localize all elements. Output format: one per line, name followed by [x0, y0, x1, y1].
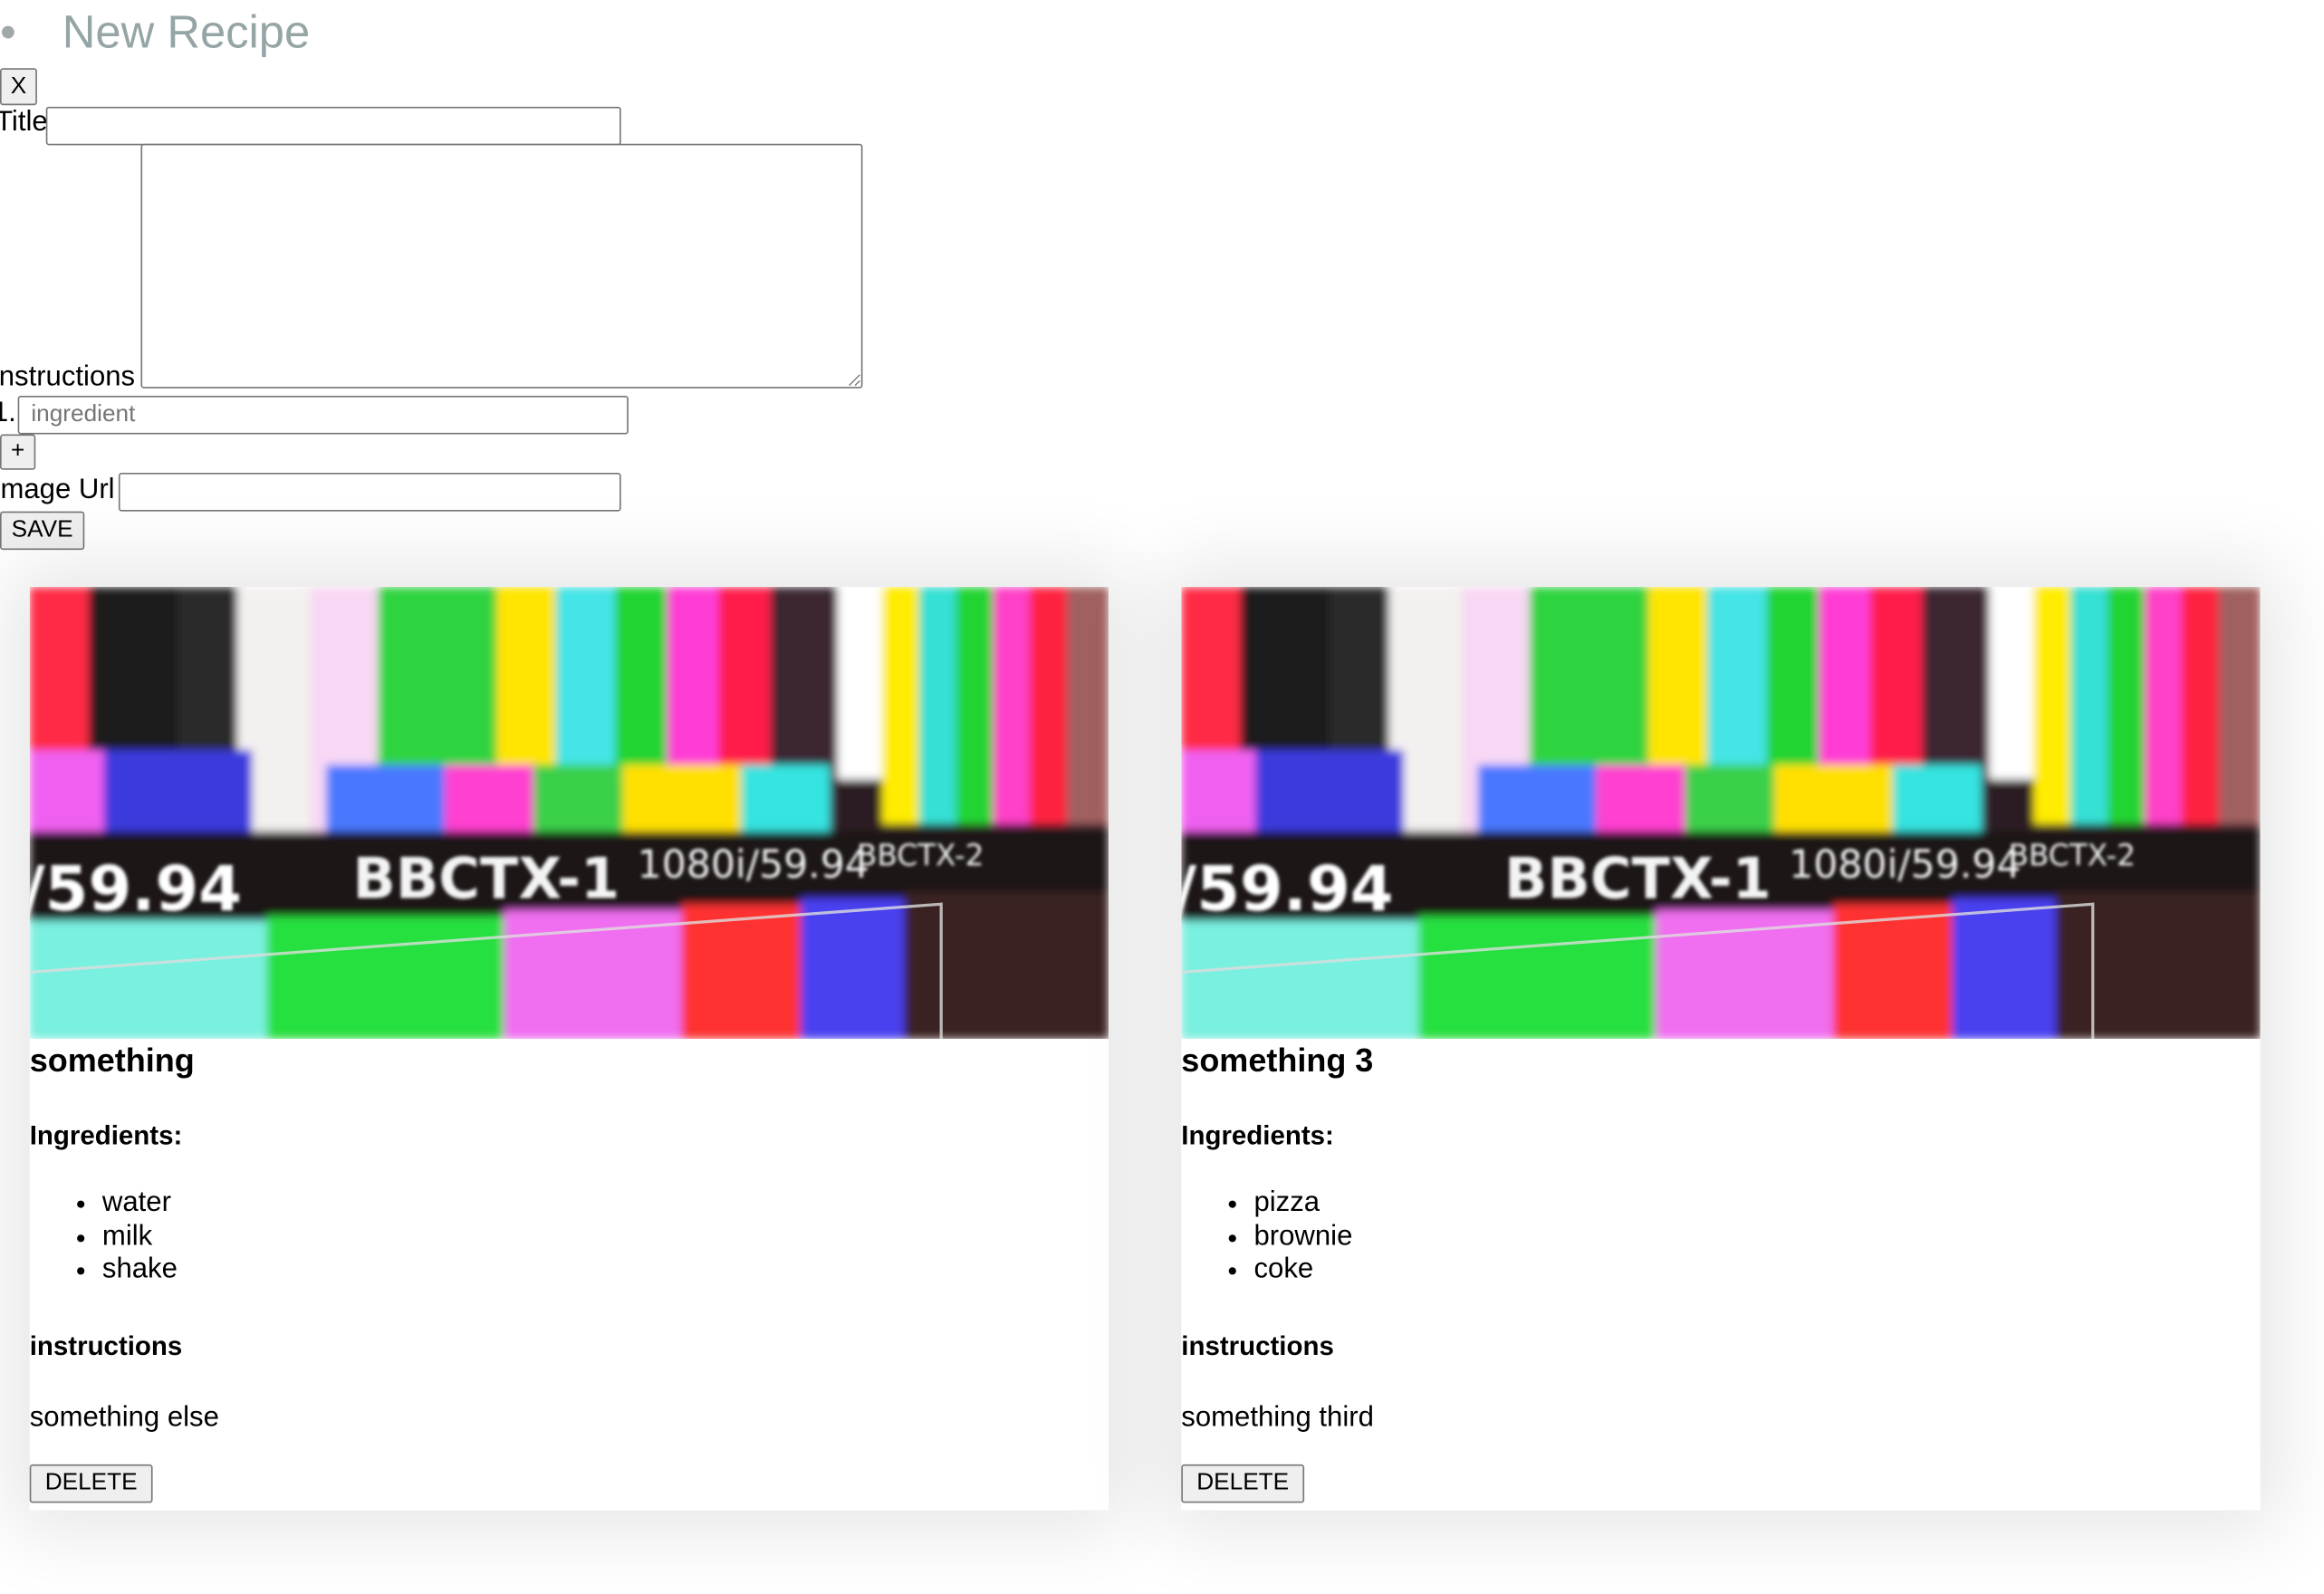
delete-button[interactable]: DELETE: [1181, 1464, 1305, 1503]
recipe-image: /59.94 BBCTX-1 1080i/59.94 BBCTX-2: [29, 587, 1109, 1040]
image-text-left: /59.94: [1181, 853, 1393, 926]
list-item: coke: [1253, 1253, 1352, 1287]
ingredient-input[interactable]: [17, 395, 629, 435]
list-item: shake: [102, 1253, 178, 1287]
add-ingredient-button[interactable]: +: [0, 434, 36, 470]
image-text-rate: 1080i/59.94: [1789, 843, 2021, 888]
delete-button[interactable]: DELETE: [29, 1464, 153, 1503]
ingredients-heading: Ingredients:: [29, 1120, 183, 1150]
title-input[interactable]: [45, 106, 621, 146]
nav-bullet: •: [0, 5, 16, 58]
list-item: water: [102, 1187, 178, 1221]
image-url-input[interactable]: [118, 473, 621, 512]
ingredient-number: 1.: [0, 397, 16, 428]
instructions-heading: instructions: [1181, 1330, 1334, 1361]
recipe-title: something 3: [1181, 1042, 1374, 1080]
recipe-card: /59.94 BBCTX-1 1080i/59.94 BBCTX-2 somet…: [1181, 587, 2261, 1511]
image-text-right: BBCTX-2: [2008, 839, 2136, 873]
nav-new-recipe-label[interactable]: New Recipe: [62, 0, 311, 65]
image-text-rate: 1080i/59.94: [638, 843, 869, 888]
recipe-card: /59.94 BBCTX-1 1080i/59.94 BBCTX-2 somet…: [29, 587, 1109, 1511]
image-text-right: BBCTX-2: [857, 839, 984, 873]
ingredients-heading: Ingredients:: [1181, 1120, 1334, 1150]
instructions-text: something third: [1181, 1402, 1374, 1434]
instructions-textarea[interactable]: [140, 143, 863, 389]
list-item: brownie: [1253, 1221, 1352, 1254]
save-button[interactable]: SAVE: [0, 511, 85, 551]
recipe-title: something: [29, 1042, 195, 1080]
recipe-image: /59.94 BBCTX-1 1080i/59.94 BBCTX-2: [1181, 587, 2261, 1040]
instructions-label: instructions: [0, 361, 136, 393]
image-text-main: BBCTX-1: [1504, 846, 1772, 912]
title-label: Title: [0, 106, 48, 139]
ingredients-list: water milk shake: [30, 1187, 178, 1287]
image-text-left: /59.94: [30, 853, 242, 926]
ingredients-list: pizza brownie coke: [1181, 1187, 1352, 1287]
close-form-button[interactable]: X: [0, 68, 37, 106]
image-text-main: BBCTX-1: [352, 846, 619, 912]
list-item: pizza: [1253, 1187, 1352, 1221]
image-url-label: Image Url: [0, 474, 115, 506]
instructions-heading: instructions: [29, 1330, 183, 1361]
instructions-text: something else: [29, 1402, 219, 1434]
list-item: milk: [102, 1221, 178, 1254]
